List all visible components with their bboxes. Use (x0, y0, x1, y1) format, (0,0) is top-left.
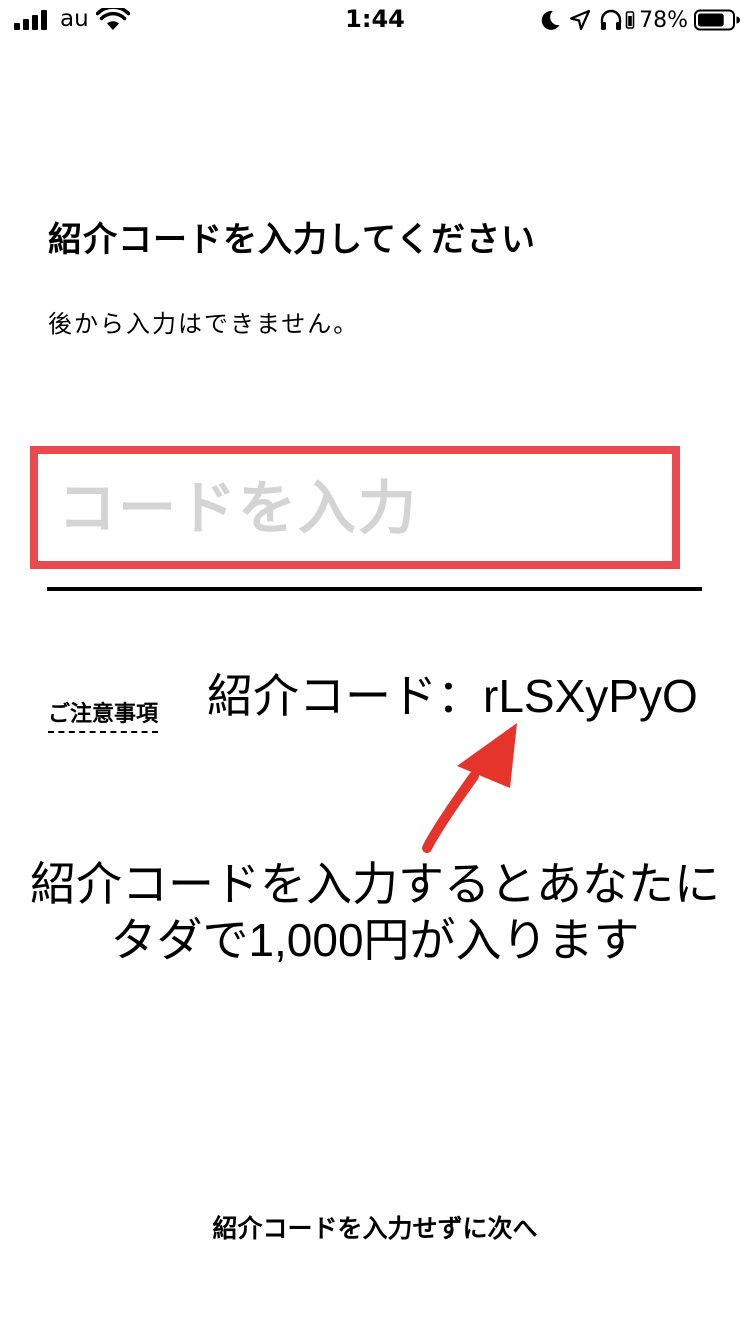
moon-icon (541, 10, 560, 30)
status-right-icons: 78% (539, 6, 740, 34)
annotation-message: 紹介コードを入力するとあなたに タダで1,000円が入ります (0, 856, 750, 968)
page-title: 紹介コードを入力してください (48, 220, 536, 260)
annotation-message-line-1: 紹介コードを入力するとあなたに (30, 858, 720, 910)
signal-icon (14, 10, 48, 30)
status-time: 1:44 (345, 5, 405, 33)
battery-small-icon (625, 11, 635, 29)
annotation-message-line-2: タダで1,000円が入ります (110, 914, 640, 966)
red-arrow-icon (422, 723, 517, 853)
skip-button[interactable]: 紹介コードを入力せずに次へ (0, 1209, 750, 1245)
annotation-referral-code: 紹介コード：rLSXyPyO (207, 670, 698, 722)
status-bar: au 1:44 78% (0, 0, 750, 40)
referral-code-input[interactable] (30, 446, 680, 569)
screen: au 1:44 78% 紹介コードを入力してください 後から入力はできません。 … (0, 0, 750, 1334)
carrier-label: au (60, 6, 89, 32)
battery-percent: 78% (639, 7, 688, 33)
headphones-icon (600, 9, 622, 30)
input-underline (47, 587, 702, 591)
location-arrow-icon (569, 9, 591, 31)
battery-icon (694, 9, 740, 31)
page-subtitle: 後から入力はできません。 (48, 310, 360, 338)
notes-link[interactable]: ご注意事項 (48, 696, 159, 733)
wifi-icon (96, 8, 130, 30)
